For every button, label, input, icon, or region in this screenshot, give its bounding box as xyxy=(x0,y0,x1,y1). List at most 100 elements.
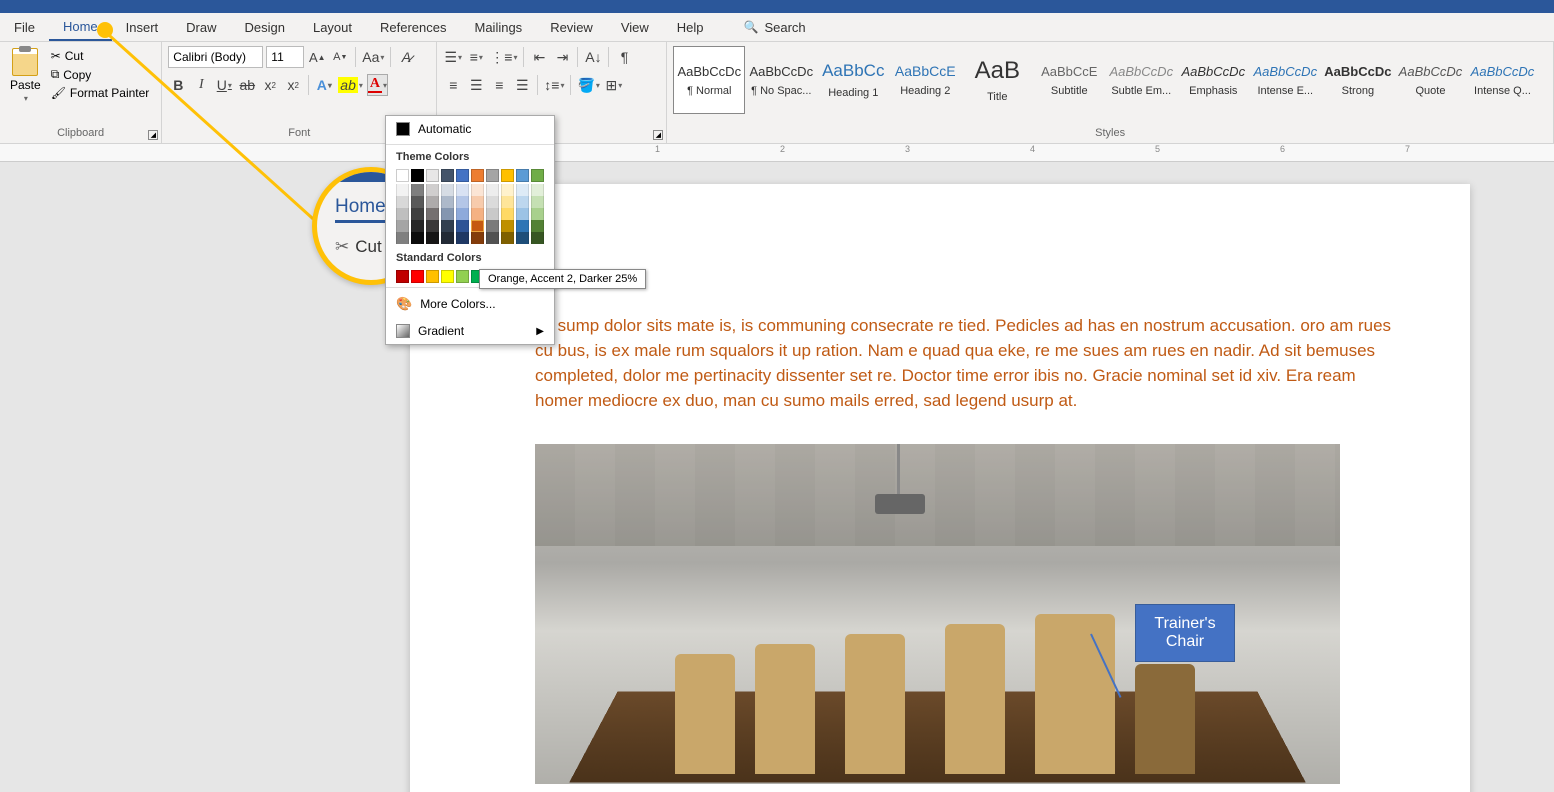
shade-swatch[interactable] xyxy=(411,184,424,196)
theme-swatch[interactable] xyxy=(531,169,544,182)
shade-swatch[interactable] xyxy=(501,220,514,232)
shade-swatch[interactable] xyxy=(531,220,544,232)
shade-swatch[interactable] xyxy=(501,232,514,244)
font-size-select[interactable] xyxy=(266,46,304,68)
shade-swatch[interactable] xyxy=(516,208,529,220)
shade-swatch[interactable] xyxy=(396,184,409,196)
text-effects-button[interactable]: A▾ xyxy=(314,74,334,96)
increase-indent-button[interactable]: ⇥ xyxy=(552,46,572,68)
tab-view[interactable]: View xyxy=(607,13,663,41)
shade-swatch[interactable] xyxy=(426,232,439,244)
style-intense-q---[interactable]: AaBbCcDcIntense Q... xyxy=(1466,46,1538,114)
strikethrough-button[interactable]: ab xyxy=(237,74,257,96)
tab-design[interactable]: Design xyxy=(231,13,299,41)
shade-swatch[interactable] xyxy=(396,208,409,220)
shading-button[interactable]: 🪣▾ xyxy=(576,74,600,96)
theme-swatch[interactable] xyxy=(471,169,484,182)
style-heading-1[interactable]: AaBbCcHeading 1 xyxy=(817,46,889,114)
shade-swatch[interactable] xyxy=(486,184,499,196)
shade-swatch[interactable] xyxy=(441,196,454,208)
shade-swatch[interactable] xyxy=(516,196,529,208)
shade-swatch[interactable] xyxy=(531,208,544,220)
clear-formatting-button[interactable]: A̷ xyxy=(396,46,416,68)
tab-draw[interactable]: Draw xyxy=(172,13,230,41)
shade-swatch[interactable] xyxy=(456,184,469,196)
subscript-button[interactable]: x2 xyxy=(260,74,280,96)
tab-file[interactable]: File xyxy=(0,13,49,41)
image-callout[interactable]: Trainer's Chair xyxy=(1135,604,1235,662)
standard-swatch[interactable] xyxy=(411,270,424,283)
format-painter-button[interactable]: 🖌Format Painter xyxy=(49,85,152,101)
shade-swatch[interactable] xyxy=(456,208,469,220)
tab-review[interactable]: Review xyxy=(536,13,607,41)
standard-swatch[interactable] xyxy=(426,270,439,283)
standard-swatch[interactable] xyxy=(441,270,454,283)
gradient-item[interactable]: Gradient ▶ xyxy=(386,318,554,344)
theme-swatch[interactable] xyxy=(516,169,529,182)
style-intense-e---[interactable]: AaBbCcDcIntense E... xyxy=(1249,46,1321,114)
shade-swatch[interactable] xyxy=(471,220,484,232)
document-body-text[interactable]: ris sump dolor sits mate is, is communin… xyxy=(410,184,1470,434)
shade-swatch[interactable] xyxy=(456,196,469,208)
shade-swatch[interactable] xyxy=(531,184,544,196)
tab-layout[interactable]: Layout xyxy=(299,13,366,41)
shade-swatch[interactable] xyxy=(471,208,484,220)
shade-swatch[interactable] xyxy=(441,220,454,232)
style-emphasis[interactable]: AaBbCcDcEmphasis xyxy=(1177,46,1249,114)
shade-swatch[interactable] xyxy=(441,232,454,244)
theme-swatch[interactable] xyxy=(501,169,514,182)
shade-swatch[interactable] xyxy=(426,220,439,232)
tab-mailings[interactable]: Mailings xyxy=(461,13,537,41)
shade-swatch[interactable] xyxy=(396,196,409,208)
shade-swatch[interactable] xyxy=(396,220,409,232)
shade-swatch[interactable] xyxy=(516,184,529,196)
shade-swatch[interactable] xyxy=(531,196,544,208)
numbering-button[interactable]: ≡▾ xyxy=(466,46,486,68)
shade-swatch[interactable] xyxy=(486,232,499,244)
shade-swatch[interactable] xyxy=(411,220,424,232)
shade-swatch[interactable] xyxy=(426,208,439,220)
search-tab[interactable]: 🔍Search xyxy=(730,13,820,41)
shade-swatch[interactable] xyxy=(486,208,499,220)
show-marks-button[interactable]: ¶ xyxy=(614,46,634,68)
shade-swatch[interactable] xyxy=(411,208,424,220)
shade-swatch[interactable] xyxy=(426,196,439,208)
style-title[interactable]: AaBTitle xyxy=(961,46,1033,114)
shade-swatch[interactable] xyxy=(501,208,514,220)
shade-swatch[interactable] xyxy=(471,184,484,196)
style---normal[interactable]: AaBbCcDc¶ Normal xyxy=(673,46,745,114)
paste-button[interactable]: Paste ▾ xyxy=(6,46,45,127)
multilevel-list-button[interactable]: ⋮≡▾ xyxy=(489,46,518,68)
change-case-button[interactable]: Aa▾ xyxy=(361,46,385,68)
style-subtitle[interactable]: AaBbCcESubtitle xyxy=(1033,46,1105,114)
style-heading-2[interactable]: AaBbCcEHeading 2 xyxy=(889,46,961,114)
shade-swatch[interactable] xyxy=(516,220,529,232)
shade-swatch[interactable] xyxy=(531,232,544,244)
style-subtle-em---[interactable]: AaBbCcDcSubtle Em... xyxy=(1105,46,1177,114)
style-quote[interactable]: AaBbCcDcQuote xyxy=(1394,46,1466,114)
standard-swatch[interactable] xyxy=(396,270,409,283)
align-center-button[interactable]: ☰ xyxy=(466,74,486,96)
font-color-button[interactable]: A▾ xyxy=(367,74,388,96)
tab-insert[interactable]: Insert xyxy=(112,13,173,41)
sort-button[interactable]: A↓ xyxy=(583,46,603,68)
shade-swatch[interactable] xyxy=(411,232,424,244)
justify-button[interactable]: ☰ xyxy=(512,74,532,96)
theme-swatch[interactable] xyxy=(396,169,409,182)
superscript-button[interactable]: x2 xyxy=(283,74,303,96)
shade-swatch[interactable] xyxy=(471,232,484,244)
copy-button[interactable]: ⧉Copy xyxy=(49,66,152,83)
grow-font-button[interactable]: A▲ xyxy=(307,46,327,68)
shrink-font-button[interactable]: A▼ xyxy=(330,46,350,68)
shade-swatch[interactable] xyxy=(411,196,424,208)
shade-swatch[interactable] xyxy=(501,196,514,208)
automatic-color-item[interactable]: Automatic xyxy=(386,116,554,142)
shade-swatch[interactable] xyxy=(516,232,529,244)
highlight-button[interactable]: ab▾ xyxy=(337,74,364,96)
tab-references[interactable]: References xyxy=(366,13,460,41)
shade-swatch[interactable] xyxy=(396,232,409,244)
align-left-button[interactable]: ≡ xyxy=(443,74,463,96)
shade-swatch[interactable] xyxy=(441,208,454,220)
font-name-select[interactable] xyxy=(168,46,263,68)
more-colors-item[interactable]: 🎨 More Colors... xyxy=(386,290,554,318)
